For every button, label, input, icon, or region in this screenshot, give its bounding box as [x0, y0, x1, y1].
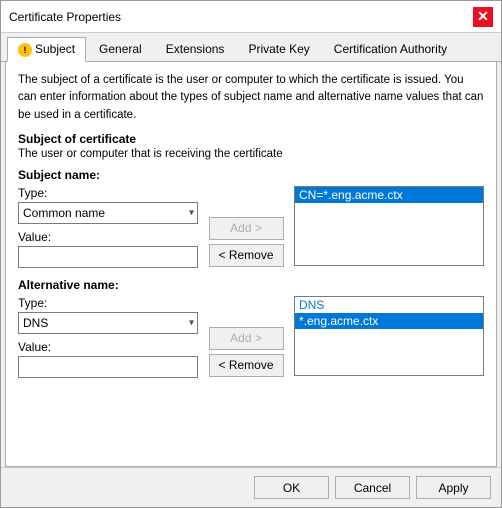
tab-certification-authority[interactable]: Certification Authority	[323, 37, 458, 61]
subject-value-label: Value:	[18, 230, 198, 244]
alt-value-label: Value:	[18, 340, 198, 354]
alt-name-label: Alternative name:	[18, 278, 484, 292]
alt-name-middle: Add > < Remove	[206, 296, 286, 378]
dialog-title: Certificate Properties	[9, 10, 121, 24]
alt-add-button[interactable]: Add >	[209, 327, 284, 350]
alt-list-header: DNS	[295, 297, 483, 313]
alt-remove-button[interactable]: < Remove	[209, 354, 284, 377]
close-button[interactable]: ✕	[473, 7, 493, 27]
alt-type-dropdown-wrapper: DNS Email IP Address URI ▾	[18, 312, 198, 334]
apply-button[interactable]: Apply	[416, 476, 491, 499]
list-item[interactable]: CN=*.eng.acme.ctx	[295, 187, 483, 203]
ok-button[interactable]: OK	[254, 476, 329, 499]
subject-name-right: CN=*.eng.acme.ctx	[294, 186, 484, 268]
subject-name-listbox[interactable]: CN=*.eng.acme.ctx	[294, 186, 484, 266]
subject-add-button[interactable]: Add >	[209, 217, 284, 240]
tab-extensions[interactable]: Extensions	[155, 37, 236, 61]
subject-value-input[interactable]	[18, 246, 198, 268]
subject-remove-button[interactable]: < Remove	[209, 244, 284, 267]
section-title: Subject of certificate	[18, 132, 484, 146]
tab-general[interactable]: General	[88, 37, 153, 61]
alt-name-section: Type: DNS Email IP Address URI ▾ Value: …	[18, 296, 484, 378]
dialog-footer: OK Cancel Apply	[1, 467, 501, 507]
subject-name-label: Subject name:	[18, 168, 484, 182]
list-item[interactable]: *.eng.acme.ctx	[295, 313, 483, 329]
subject-name-middle: Add > < Remove	[206, 186, 286, 268]
warning-icon: !	[18, 43, 32, 57]
alt-name-right: DNS *.eng.acme.ctx	[294, 296, 484, 378]
subject-type-label: Type:	[18, 186, 198, 200]
subject-name-left: Type: Common name Organization Organizat…	[18, 186, 198, 268]
alt-name-left: Type: DNS Email IP Address URI ▾ Value:	[18, 296, 198, 378]
subject-name-section: Type: Common name Organization Organizat…	[18, 186, 484, 268]
alt-name-listbox[interactable]: DNS *.eng.acme.ctx	[294, 296, 484, 376]
tab-content: The subject of a certificate is the user…	[5, 62, 497, 467]
cancel-button[interactable]: Cancel	[335, 476, 410, 499]
alt-type-label: Type:	[18, 296, 198, 310]
subject-type-dropdown[interactable]: Common name Organization Organizational …	[18, 202, 198, 224]
title-bar: Certificate Properties ✕	[1, 1, 501, 33]
description-text: The subject of a certificate is the user…	[18, 72, 484, 124]
alt-value-input[interactable]	[18, 356, 198, 378]
tab-subject[interactable]: !Subject	[7, 37, 86, 62]
subject-type-dropdown-wrapper: Common name Organization Organizational …	[18, 202, 198, 224]
tab-bar: !Subject General Extensions Private Key …	[1, 33, 501, 62]
tab-private-key[interactable]: Private Key	[237, 37, 320, 61]
section-subtitle: The user or computer that is receiving t…	[18, 148, 484, 160]
alt-type-dropdown[interactable]: DNS Email IP Address URI	[18, 312, 198, 334]
certificate-properties-dialog: Certificate Properties ✕ !Subject Genera…	[0, 0, 502, 508]
